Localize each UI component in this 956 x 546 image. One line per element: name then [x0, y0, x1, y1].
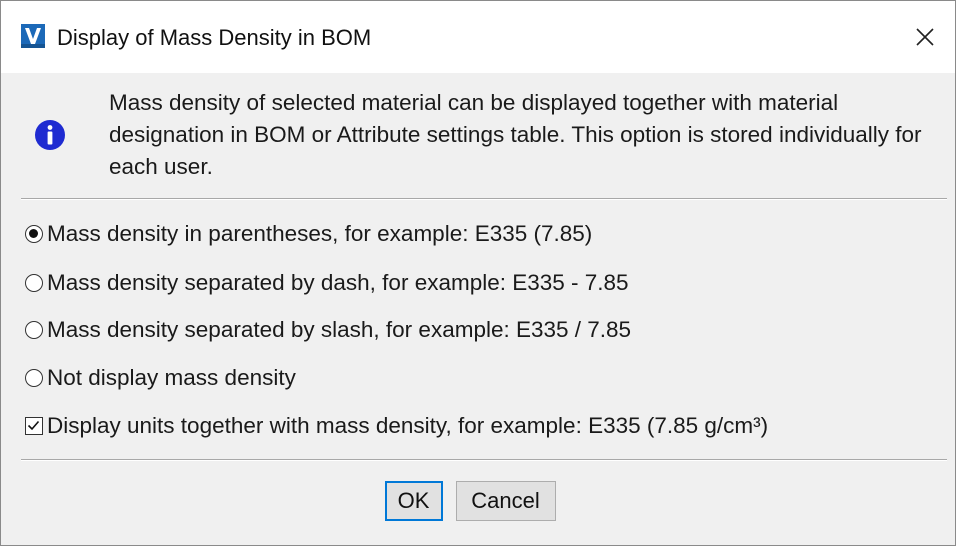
radio-button[interactable] [25, 321, 43, 339]
separator-bottom [21, 459, 947, 461]
radio-label: Mass density separated by dash, for exam… [47, 270, 629, 295]
checkmark-icon [27, 420, 40, 431]
units-checkbox-row[interactable]: Display units together with mass density… [25, 413, 768, 439]
ok-button[interactable]: OK [384, 481, 443, 521]
title-bar[interactable]: Display of Mass Density in BOM [1, 1, 955, 73]
close-icon [916, 28, 934, 46]
radio-slash[interactable]: Mass density separated by slash, for exa… [25, 317, 631, 343]
separator-top [21, 198, 947, 200]
radio-label: Mass density in parentheses, for example… [47, 221, 593, 246]
close-button[interactable] [895, 1, 955, 73]
radio-parentheses[interactable]: Mass density in parentheses, for example… [25, 221, 592, 247]
radio-label: Not display mass density [47, 365, 296, 390]
radio-label: Mass density separated by slash, for exa… [47, 317, 632, 342]
radio-button[interactable] [25, 369, 43, 387]
button-row: OK Cancel [1, 481, 955, 521]
radio-button[interactable] [25, 274, 43, 292]
info-icon [35, 120, 65, 150]
info-message: Mass density of selected material can be… [109, 90, 922, 179]
info-section: Mass density of selected material can be… [1, 73, 955, 201]
window-title: Display of Mass Density in BOM [57, 25, 372, 50]
cancel-button[interactable]: Cancel [455, 481, 556, 521]
dialog-window: Display of Mass Density in BOM Mass dens… [0, 0, 956, 546]
radio-button-selected[interactable] [25, 225, 43, 243]
checkbox-label: Display units together with mass density… [47, 413, 769, 438]
units-checkbox[interactable] [25, 417, 43, 435]
radio-dash[interactable]: Mass density separated by dash, for exam… [25, 270, 629, 296]
app-logo-icon [21, 24, 45, 48]
radio-not-display[interactable]: Not display mass density [25, 365, 296, 391]
